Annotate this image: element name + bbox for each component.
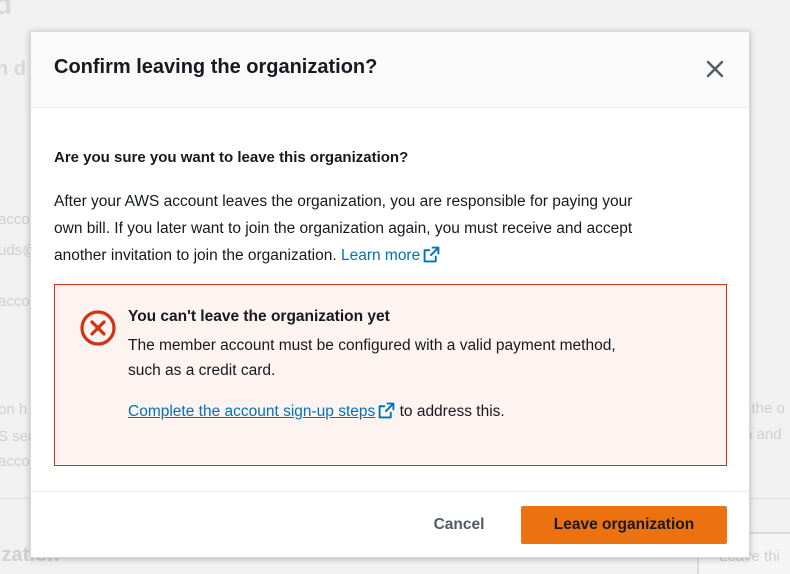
learn-more-link[interactable]: Learn more bbox=[340, 246, 440, 264]
alert-action-suffix: to address this. bbox=[395, 403, 505, 420]
description-line-with-link: another invitation to join the organizat… bbox=[54, 242, 719, 269]
background-page-title: d bbox=[0, 0, 13, 21]
external-link-icon bbox=[423, 246, 440, 263]
error-circle-x-icon bbox=[80, 310, 116, 346]
alert-title: You can't leave the organization yet bbox=[128, 308, 390, 325]
description-line: own bill. If you later want to join the … bbox=[54, 220, 633, 237]
learn-more-label: Learn more bbox=[340, 247, 421, 264]
leave-description: After your AWS account leaves the organi… bbox=[54, 188, 719, 269]
background-text: on h bbox=[0, 401, 28, 418]
complete-signup-link[interactable]: Complete the account sign-up steps bbox=[128, 402, 395, 420]
description-line: After your AWS account leaves the organi… bbox=[54, 193, 633, 210]
confirm-leave-modal: Confirm leaving the organization? Are yo… bbox=[30, 31, 750, 558]
alert-action: Complete the account sign-up steps to ad… bbox=[128, 402, 505, 421]
background-section-heading: n d bbox=[0, 58, 26, 80]
leave-organization-button[interactable]: Leave organization bbox=[521, 506, 727, 544]
complete-signup-label: Complete the account sign-up steps bbox=[128, 403, 376, 420]
close-icon bbox=[706, 60, 724, 78]
modal-header: Confirm leaving the organization? bbox=[31, 32, 749, 108]
close-button[interactable] bbox=[703, 57, 727, 81]
error-alert: You can't leave the organization yet The… bbox=[54, 284, 727, 466]
alert-body-line: The member account must be configured wi… bbox=[128, 337, 616, 354]
cancel-button[interactable]: Cancel bbox=[415, 506, 503, 544]
alert-body: The member account must be configured wi… bbox=[128, 333, 616, 383]
external-link-icon bbox=[378, 402, 395, 419]
modal-footer: Cancel Leave organization bbox=[31, 491, 749, 557]
modal-title: Confirm leaving the organization? bbox=[54, 56, 378, 78]
description-line: another invitation to join the organizat… bbox=[54, 247, 341, 264]
alert-body-line: such as a credit card. bbox=[128, 362, 276, 379]
background-text: S ser bbox=[0, 428, 34, 445]
confirmation-question: Are you sure you want to leave this orga… bbox=[54, 149, 409, 166]
